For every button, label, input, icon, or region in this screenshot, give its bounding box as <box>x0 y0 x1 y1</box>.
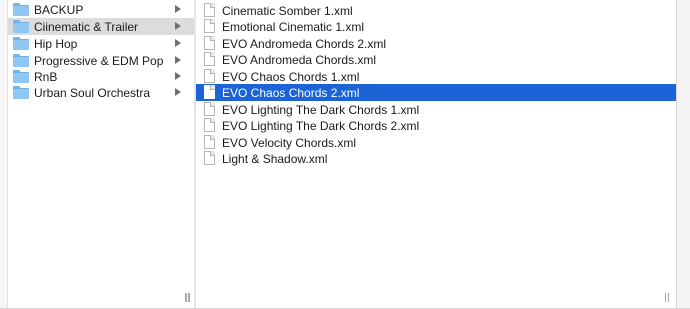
document-icon <box>204 118 215 132</box>
folder-icon <box>13 70 29 83</box>
folder-row-cinematic-trailer[interactable]: Ciinematic & Trailer <box>8 18 194 35</box>
document-icon <box>204 102 215 116</box>
file-column[interactable]: Cinematic Somber 1.xml Emotional Cinemat… <box>196 0 676 309</box>
chevron-right-icon <box>175 39 181 47</box>
file-row-selected[interactable]: EVO Chaos Chords 2.xml <box>196 84 676 101</box>
document-icon <box>204 3 215 17</box>
folder-label: Ciinematic & Trailer <box>34 20 139 34</box>
folder-row-backup[interactable]: BACKUP <box>8 1 194 18</box>
folder-icon <box>13 3 29 16</box>
file-row[interactable]: EVO Chaos Chords 1.xml <box>196 68 676 85</box>
folder-label: BACKUP <box>34 3 84 17</box>
folder-icon <box>13 86 29 99</box>
file-label: EVO Velocity Chords.xml <box>222 136 357 150</box>
folder-label: Hip Hop <box>34 37 78 51</box>
folder-label: RnB <box>34 70 58 84</box>
folder-row-hip-hop[interactable]: Hip Hop <box>8 35 194 52</box>
file-row[interactable]: EVO Velocity Chords.xml <box>196 134 676 151</box>
chevron-right-icon <box>175 22 181 30</box>
folder-column[interactable]: BACKUP Ciinematic & Trailer Hip Hop Prog… <box>8 0 194 309</box>
file-label: Cinematic Somber 1.xml <box>222 4 353 18</box>
folder-icon <box>13 54 29 67</box>
document-icon <box>204 69 215 83</box>
folder-icon <box>13 37 29 50</box>
file-label: Light & Shadow.xml <box>222 152 328 166</box>
file-label: EVO Lighting The Dark Chords 2.xml <box>222 119 420 133</box>
folder-row-progressive-edm-pop[interactable]: Progressive & EDM Pop <box>8 52 194 69</box>
document-icon <box>204 135 215 149</box>
left-gutter <box>0 0 8 309</box>
chevron-right-icon <box>175 88 181 96</box>
file-row[interactable]: Cinematic Somber 1.xml <box>196 2 676 19</box>
document-icon <box>204 85 215 99</box>
file-label: EVO Chaos Chords 1.xml <box>222 70 360 84</box>
vertical-scrollbar[interactable] <box>676 0 690 309</box>
file-label: Emotional Cinematic 1.xml <box>222 20 365 34</box>
folder-icon <box>13 20 29 33</box>
file-label: EVO Lighting The Dark Chords 1.xml <box>222 103 420 117</box>
column-browser: BACKUP Ciinematic & Trailer Hip Hop Prog… <box>0 0 690 309</box>
file-label: EVO Chaos Chords 2.xml <box>222 86 360 100</box>
file-row[interactable]: EVO Lighting The Dark Chords 1.xml <box>196 101 676 118</box>
file-row[interactable]: EVO Andromeda Chords.xml <box>196 51 676 68</box>
file-row[interactable]: Emotional Cinematic 1.xml <box>196 18 676 35</box>
chevron-right-icon <box>175 56 181 64</box>
file-row[interactable]: EVO Lighting The Dark Chords 2.xml <box>196 117 676 134</box>
file-row[interactable]: EVO Andromeda Chords 2.xml <box>196 35 676 52</box>
file-row[interactable]: Light & Shadow.xml <box>196 150 676 167</box>
file-label: EVO Andromeda Chords 2.xml <box>222 37 387 51</box>
document-icon <box>204 19 215 33</box>
file-label: EVO Andromeda Chords.xml <box>222 53 377 67</box>
chevron-right-icon <box>175 72 181 80</box>
column-resize-handle[interactable] <box>665 293 670 302</box>
document-icon <box>204 36 215 50</box>
document-icon <box>204 52 215 66</box>
column-resize-handle[interactable] <box>186 293 191 302</box>
document-icon <box>204 151 215 165</box>
folder-row-urban-soul-orchestra[interactable]: Urban Soul Orchestra <box>8 84 194 101</box>
folder-row-rnb[interactable]: RnB <box>8 68 194 85</box>
chevron-right-icon <box>175 5 181 13</box>
folder-label: Urban Soul Orchestra <box>34 86 151 100</box>
folder-label: Progressive & EDM Pop <box>34 54 164 68</box>
